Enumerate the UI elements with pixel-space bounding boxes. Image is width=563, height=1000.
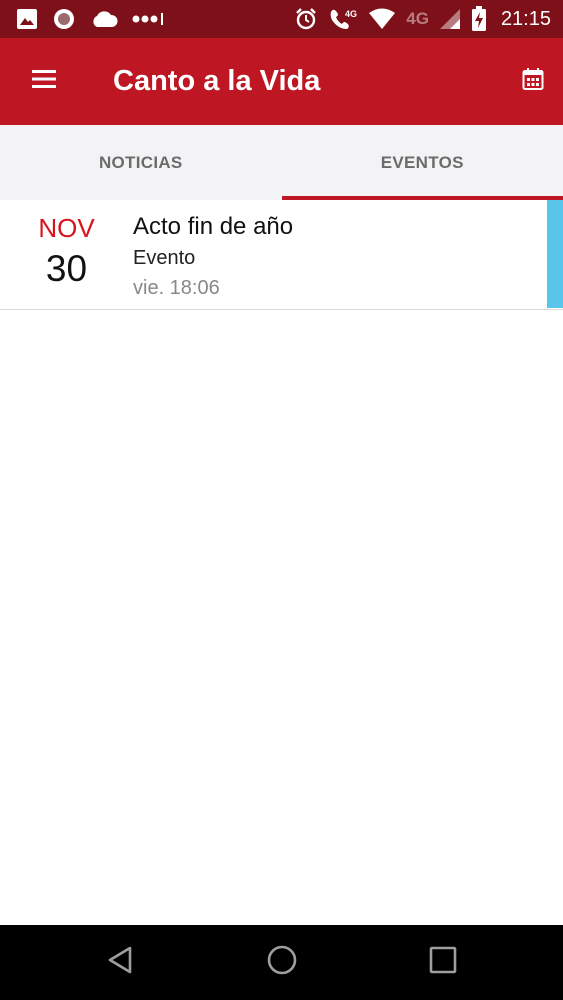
tab-bar: NOTICIAS EVENTOS xyxy=(0,125,563,200)
recents-button[interactable] xyxy=(403,925,483,1000)
more-dots-icon xyxy=(132,12,164,26)
status-bar: 4G 4G 21:15 xyxy=(0,0,563,38)
image-icon xyxy=(16,8,38,30)
event-time: vie. 18:06 xyxy=(133,277,220,299)
event-list: NOV 30 Acto fin de año Evento vie. 18:06 xyxy=(0,200,563,310)
alarm-icon xyxy=(294,7,318,31)
menu-button[interactable] xyxy=(0,38,88,125)
status-bar-right: 4G 4G 21:15 xyxy=(294,6,551,32)
app-title: Canto a la Vida xyxy=(113,65,321,97)
event-month: NOV xyxy=(38,213,95,243)
event-day: 30 xyxy=(45,248,88,289)
event-title: Acto fin de año xyxy=(133,213,294,240)
calendar-icon xyxy=(522,67,544,96)
recents-icon xyxy=(429,946,457,979)
app-bar: Canto a la Vida xyxy=(0,38,563,125)
calendar-button[interactable] xyxy=(503,38,563,125)
cloud-icon xyxy=(90,9,118,29)
back-icon xyxy=(106,945,136,980)
status-time: 21:15 xyxy=(500,7,551,30)
tab-eventos[interactable]: EVENTOS xyxy=(281,125,563,200)
home-button[interactable] xyxy=(242,925,322,1000)
network-type-label: 4G xyxy=(406,9,429,28)
event-accent-bar xyxy=(547,200,563,308)
wifi-call-icon: 4G xyxy=(328,6,358,32)
event-info: Acto fin de año Evento vie. 18:06 xyxy=(133,200,563,309)
event-type: Evento xyxy=(133,247,196,269)
status-bar-left xyxy=(16,7,164,31)
wifi-icon xyxy=(368,8,396,30)
signal-icon xyxy=(439,8,461,30)
home-icon xyxy=(266,944,298,981)
menu-icon xyxy=(31,68,57,95)
event-date: NOV 30 xyxy=(0,200,133,309)
battery-charging-icon xyxy=(471,6,487,32)
back-button[interactable] xyxy=(81,925,161,1000)
event-item[interactable]: NOV 30 Acto fin de año Evento vie. 18:06 xyxy=(0,200,563,310)
navigation-bar xyxy=(0,925,563,1000)
wifi-call-network-label: 4G xyxy=(345,9,357,19)
tab-noticias[interactable]: NOTICIAS xyxy=(0,125,282,200)
record-icon xyxy=(52,7,76,31)
